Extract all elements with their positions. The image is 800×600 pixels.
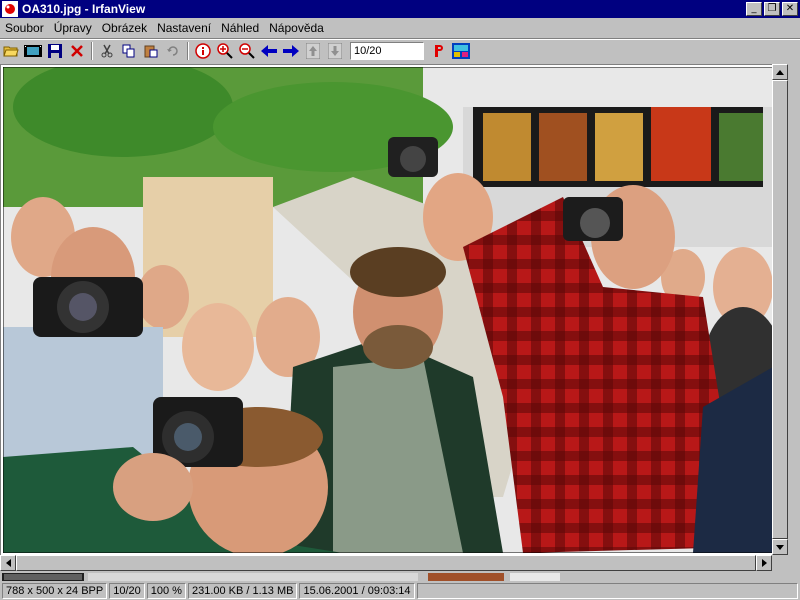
maximize-button[interactable]: ❐ xyxy=(764,2,780,16)
copy-button[interactable] xyxy=(118,41,140,61)
menu-napoveda[interactable]: Nápověda xyxy=(264,21,329,35)
menu-bar: Soubor Úpravy Obrázek Nastavení Náhled N… xyxy=(0,18,800,38)
scroll-left-button[interactable] xyxy=(0,555,16,571)
paste-button[interactable] xyxy=(140,41,162,61)
paste-icon xyxy=(144,45,158,58)
group-photo xyxy=(3,67,773,553)
next-button[interactable] xyxy=(280,41,302,61)
previous-icon xyxy=(261,45,277,57)
arrow-right-icon xyxy=(761,559,767,567)
undo-icon xyxy=(167,46,178,56)
background-taskbar-strip xyxy=(0,571,800,581)
close-button[interactable]: ✕ xyxy=(782,2,798,16)
toolbar-separator xyxy=(187,42,189,60)
delete-button[interactable] xyxy=(66,41,88,61)
open-button[interactable] xyxy=(0,41,22,61)
status-page: 10/20 xyxy=(109,582,145,599)
next-icon xyxy=(283,45,299,57)
image-viewport[interactable] xyxy=(0,64,786,555)
info-icon xyxy=(195,43,211,59)
zoom-out-button[interactable] xyxy=(236,41,258,61)
save-button[interactable] xyxy=(44,41,66,61)
previous-button[interactable] xyxy=(258,41,280,61)
cut-button[interactable] xyxy=(96,41,118,61)
save-icon xyxy=(48,44,62,58)
first-icon xyxy=(306,43,320,59)
undo-button[interactable] xyxy=(162,41,184,61)
title-bar: OA310.jpg - IrfanView _ ❐ ✕ xyxy=(0,0,800,18)
zoom-in-icon xyxy=(217,43,233,59)
last-icon xyxy=(328,43,342,59)
arrow-up-icon xyxy=(776,69,784,75)
background-strip-graphic xyxy=(2,573,560,581)
menu-obrazek[interactable]: Obrázek xyxy=(97,21,152,35)
status-zoom: 100 % xyxy=(146,582,186,599)
copy-icon xyxy=(122,44,135,58)
status-datetime: 15.06.2001 / 09:03:14 xyxy=(299,582,415,599)
delete-icon xyxy=(71,45,83,57)
minimize-button[interactable]: _ xyxy=(746,2,762,16)
status-bar: 788 x 500 x 24 BPP 10/20 100 % 231.00 KB… xyxy=(0,581,800,600)
menu-nastaveni[interactable]: Nastavení xyxy=(152,21,216,35)
menu-soubor[interactable]: Soubor xyxy=(0,21,49,35)
irfanview-app-icon[interactable] xyxy=(2,1,18,17)
paint-button[interactable] xyxy=(450,41,472,61)
arrow-left-icon xyxy=(5,559,11,567)
zoom-out-icon xyxy=(239,43,255,59)
horizontal-scrollbar[interactable] xyxy=(0,555,772,571)
status-empty-cell xyxy=(416,582,798,599)
open-folder-icon xyxy=(3,46,19,57)
slideshow-icon xyxy=(24,45,42,57)
status-filesize: 231.00 KB / 1.13 MB xyxy=(187,582,298,599)
info-button[interactable] xyxy=(192,41,214,61)
arrow-down-icon xyxy=(776,544,784,550)
horizontal-scroll-thumb[interactable] xyxy=(16,555,756,571)
status-dimensions: 788 x 500 x 24 BPP xyxy=(2,582,108,599)
toolbar xyxy=(0,40,800,62)
slideshow-button[interactable] xyxy=(22,41,44,61)
window-title: OA310.jpg - IrfanView xyxy=(22,2,146,16)
menu-nahled[interactable]: Náhled xyxy=(216,21,264,35)
toolbar-separator xyxy=(91,42,93,60)
last-button[interactable] xyxy=(324,41,346,61)
scroll-down-button[interactable] xyxy=(772,539,788,555)
page-number-field[interactable] xyxy=(350,42,424,60)
paint-icon xyxy=(452,43,470,59)
vertical-scroll-thumb[interactable] xyxy=(772,80,788,539)
print-icon xyxy=(435,45,443,57)
cut-icon xyxy=(101,44,113,58)
vertical-scrollbar[interactable] xyxy=(772,64,788,555)
scrollbar-corner xyxy=(772,555,800,571)
menu-upravy[interactable]: Úpravy xyxy=(49,21,97,35)
first-button[interactable] xyxy=(302,41,324,61)
zoom-in-button[interactable] xyxy=(214,41,236,61)
print-button[interactable] xyxy=(428,41,450,61)
scroll-right-button[interactable] xyxy=(756,555,772,571)
scroll-up-button[interactable] xyxy=(772,64,788,80)
